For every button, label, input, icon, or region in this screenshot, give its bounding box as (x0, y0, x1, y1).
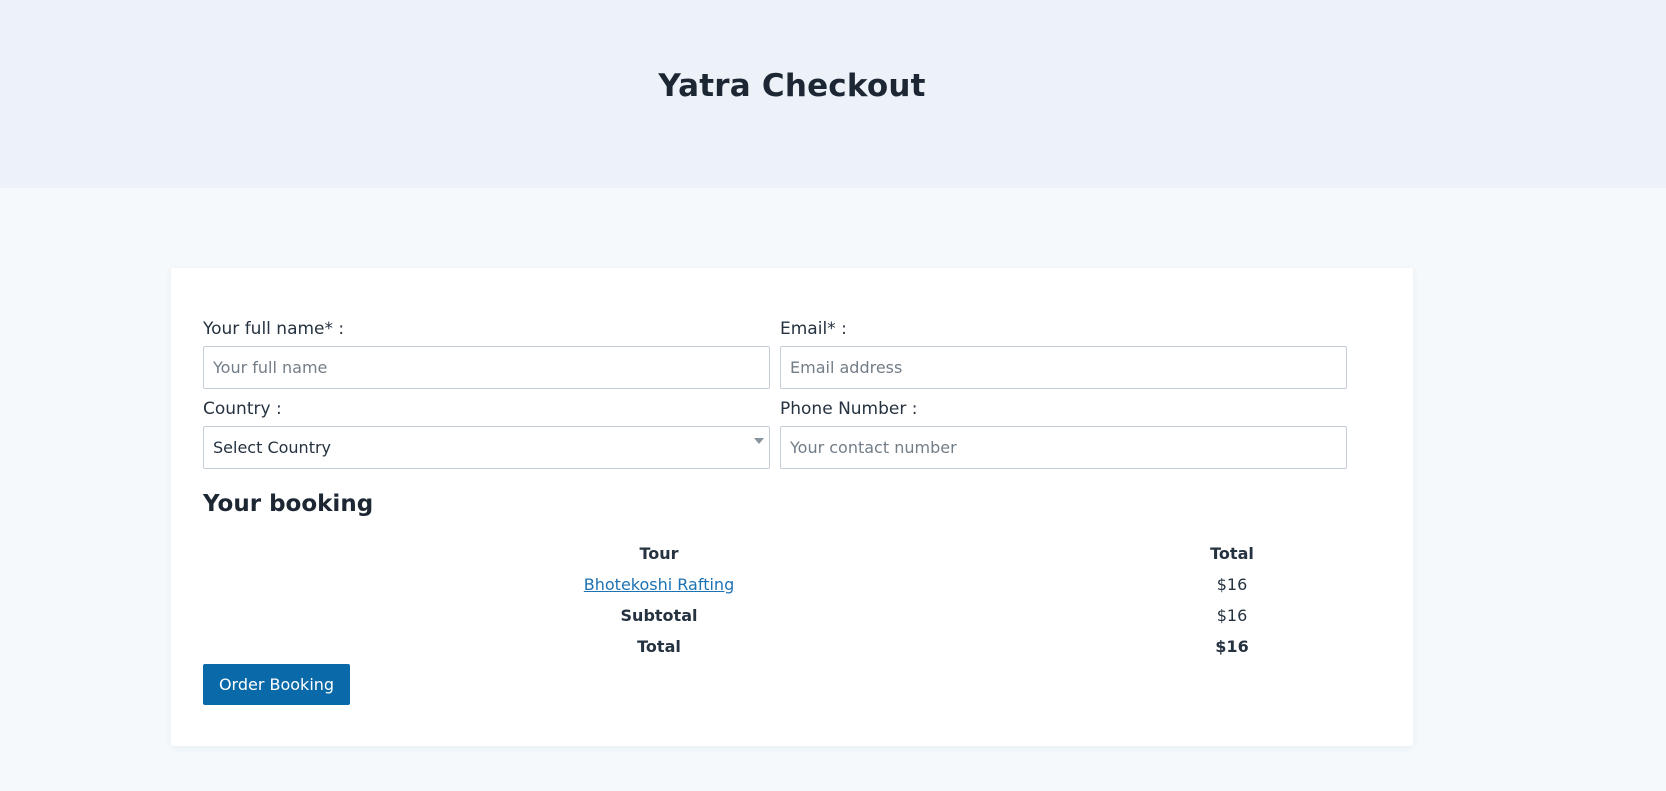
subtotal-value: $16 (1216, 606, 1248, 625)
column-header-total: Total (1210, 544, 1254, 563)
email-label: Email* : (780, 319, 847, 339)
chevron-down-icon (754, 438, 764, 444)
tour-cell: Bhotekoshi Rafting (203, 569, 1115, 600)
table-header-row: Tour Total (203, 538, 1349, 569)
column-header-tour: Tour (639, 544, 679, 563)
full-name-input[interactable] (203, 346, 770, 389)
phone-label: Phone Number : (780, 399, 918, 419)
subtotal-label: Subtotal (620, 606, 698, 625)
order-booking-button[interactable]: Order Booking (203, 664, 350, 705)
page-header: Yatra Checkout (0, 0, 1666, 188)
tour-link[interactable]: Bhotekoshi Rafting (584, 575, 734, 594)
country-select-value: Select Country (213, 438, 332, 457)
tour-total-cell: $16 (1216, 575, 1248, 594)
booking-heading: Your booking (203, 491, 374, 517)
full-name-label: Your full name* : (203, 319, 345, 339)
country-label: Country : (203, 399, 282, 419)
country-select[interactable]: Select Country (203, 426, 770, 469)
table-row: Bhotekoshi Rafting $16 (203, 569, 1349, 600)
checkout-card: Your full name* : Email* : Country : Sel… (171, 268, 1413, 746)
total-label: Total (637, 637, 681, 656)
total-row: Total $16 (203, 631, 1349, 662)
phone-input[interactable] (780, 426, 1347, 469)
booking-table: Tour Total Bhotekoshi Rafting $16 Subtot… (203, 538, 1349, 662)
total-value: $16 (1215, 637, 1249, 656)
subtotal-row: Subtotal $16 (203, 600, 1349, 631)
email-input[interactable] (780, 346, 1347, 389)
page-title: Yatra Checkout (658, 68, 926, 104)
